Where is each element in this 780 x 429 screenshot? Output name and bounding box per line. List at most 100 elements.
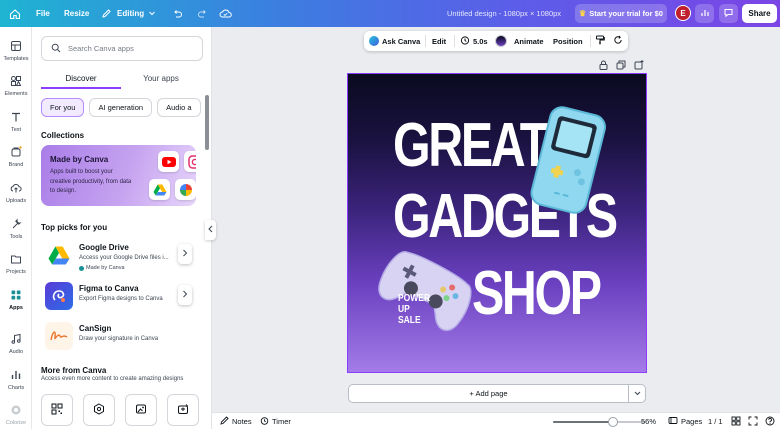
tab-your-apps[interactable]: Your apps: [121, 71, 201, 89]
bar-chart-icon: [700, 8, 710, 20]
app-cansign[interactable]: CanSign Draw your signature in Canva: [41, 322, 196, 354]
add-page-button[interactable]: + Add page: [348, 384, 629, 403]
rail-label: Templates: [3, 56, 29, 62]
app-description: Access your Google Drive files i...: [79, 255, 169, 261]
editing-mode-dropdown[interactable]: Editing: [99, 0, 156, 27]
badge-label: Made by Canva: [86, 265, 125, 271]
timer-button[interactable]: Timer: [260, 413, 291, 429]
headline-line-3[interactable]: SHOP: [472, 263, 646, 325]
notes-label: Notes: [232, 417, 252, 426]
app-description: Draw your signature in Canva: [79, 336, 159, 342]
qr-code-app[interactable]: [41, 394, 73, 426]
rail-item-charts[interactable]: Charts: [0, 368, 32, 391]
app-figma-to-canva[interactable]: Figma to Canva Export Figma designs to C…: [41, 282, 196, 314]
elements-icon: [9, 74, 23, 88]
lock-page-button[interactable]: [598, 60, 608, 72]
analytics-button[interactable]: [695, 4, 714, 23]
comments-button[interactable]: [719, 4, 738, 23]
rail-item-templates[interactable]: Templates: [0, 39, 32, 62]
panel-scrollbar[interactable]: [205, 95, 209, 150]
made-by-canva-collection[interactable]: Made by Canva Apps built to boost your c…: [41, 145, 196, 206]
cloud-save-status[interactable]: [218, 0, 232, 27]
resize-button[interactable]: Resize: [64, 0, 89, 27]
editing-label: Editing: [117, 9, 145, 18]
image-edit-app[interactable]: [125, 394, 157, 426]
home-button[interactable]: [8, 0, 22, 27]
background-color-button[interactable]: [495, 31, 507, 51]
app-name: Google Drive: [79, 243, 129, 252]
rail-item-tools[interactable]: Tools: [0, 217, 32, 240]
document-title[interactable]: Untitled design - 1080px × 1080px: [447, 0, 561, 27]
search-icon: [51, 43, 61, 55]
scroll-right-button[interactable]: [178, 244, 192, 264]
chip-for-you[interactable]: For you: [41, 98, 85, 117]
timer-icon: [260, 416, 269, 427]
app-google-drive[interactable]: Google Drive Access your Google Drive fi…: [41, 241, 196, 273]
add-page-icon-button[interactable]: [634, 60, 644, 71]
rail-item-uploads[interactable]: Uploads: [0, 181, 32, 204]
rail-item-elements[interactable]: Elements: [0, 74, 32, 97]
more-options-button[interactable]: [613, 31, 623, 51]
start-trial-button[interactable]: ♛ Start your trial for $0: [575, 4, 667, 23]
lock-icon: [599, 60, 608, 72]
pages-button[interactable]: Pages: [668, 413, 702, 429]
notes-icon: [220, 416, 229, 427]
zoom-percentage[interactable]: 56%: [641, 413, 656, 429]
fullscreen-button[interactable]: [748, 413, 758, 429]
magic-app[interactable]: [167, 394, 199, 426]
notes-button[interactable]: Notes: [220, 413, 252, 429]
search-box[interactable]: [41, 36, 203, 61]
panel-tabs: Discover Your apps: [41, 71, 201, 89]
collections-heading: Collections: [41, 131, 85, 140]
undo-icon: [170, 7, 184, 21]
rail-item-brand[interactable]: Brand: [0, 145, 32, 168]
animate-button[interactable]: Animate: [514, 31, 544, 51]
chip-ai-generation[interactable]: AI generation: [89, 98, 153, 117]
design-canvas[interactable]: GREAT GADGETS SHOP POWER UP SALE: [347, 73, 647, 373]
add-page-options-button[interactable]: [629, 384, 646, 403]
redo-button[interactable]: [195, 0, 209, 27]
app-name: CanSign: [79, 324, 112, 333]
scroll-right-button[interactable]: [178, 285, 192, 305]
brand-icon: [9, 145, 23, 159]
tab-discover[interactable]: Discover: [41, 71, 121, 89]
file-menu[interactable]: File: [36, 0, 50, 27]
share-button[interactable]: Share: [742, 4, 777, 23]
undo-button[interactable]: [170, 0, 184, 27]
rail-item-colorize[interactable]: Colorize: [0, 403, 32, 426]
handheld-console-graphic[interactable]: [528, 104, 608, 219]
zoom-slider-fill: [553, 421, 614, 423]
timer-label: Timer: [272, 417, 291, 426]
promo-line-1: POWER: [398, 293, 431, 304]
help-button[interactable]: [765, 413, 775, 429]
shape-app[interactable]: [83, 394, 115, 426]
collapse-panel-button[interactable]: [205, 220, 216, 240]
edit-button[interactable]: Edit: [432, 31, 446, 51]
duplicate-page-button[interactable]: [616, 60, 626, 71]
top-picks-heading: Top picks for you: [41, 223, 108, 232]
chevron-left-icon: [208, 225, 213, 235]
chip-audio[interactable]: Audio a: [157, 98, 201, 117]
rail-item-text[interactable]: Text: [0, 110, 32, 133]
grid-view-button[interactable]: [731, 413, 741, 429]
help-icon: [765, 416, 775, 428]
ask-canva-button[interactable]: Ask Canva: [369, 31, 420, 51]
paint-format-button[interactable]: [595, 31, 605, 51]
promo-text[interactable]: POWER UP SALE: [398, 293, 430, 326]
zoom-slider-thumb[interactable]: [608, 417, 619, 427]
rail-item-projects[interactable]: Projects: [0, 252, 32, 275]
duration-button[interactable]: 5.0s: [460, 31, 488, 51]
more-apps-row: [41, 394, 199, 426]
rail-item-audio[interactable]: Audio: [0, 332, 32, 355]
cansign-icon: [45, 322, 73, 350]
fullscreen-icon: [748, 416, 758, 428]
user-avatar[interactable]: E: [675, 5, 691, 21]
search-input[interactable]: [68, 44, 198, 53]
comment-icon: [723, 7, 734, 20]
position-button[interactable]: Position: [553, 31, 583, 51]
divider: [590, 35, 591, 47]
rail-label: Audio: [8, 349, 24, 355]
collection-description: Apps built to boost your creative produc…: [50, 169, 132, 194]
zoom-slider[interactable]: [553, 417, 645, 427]
rail-item-apps[interactable]: Apps: [0, 288, 32, 311]
